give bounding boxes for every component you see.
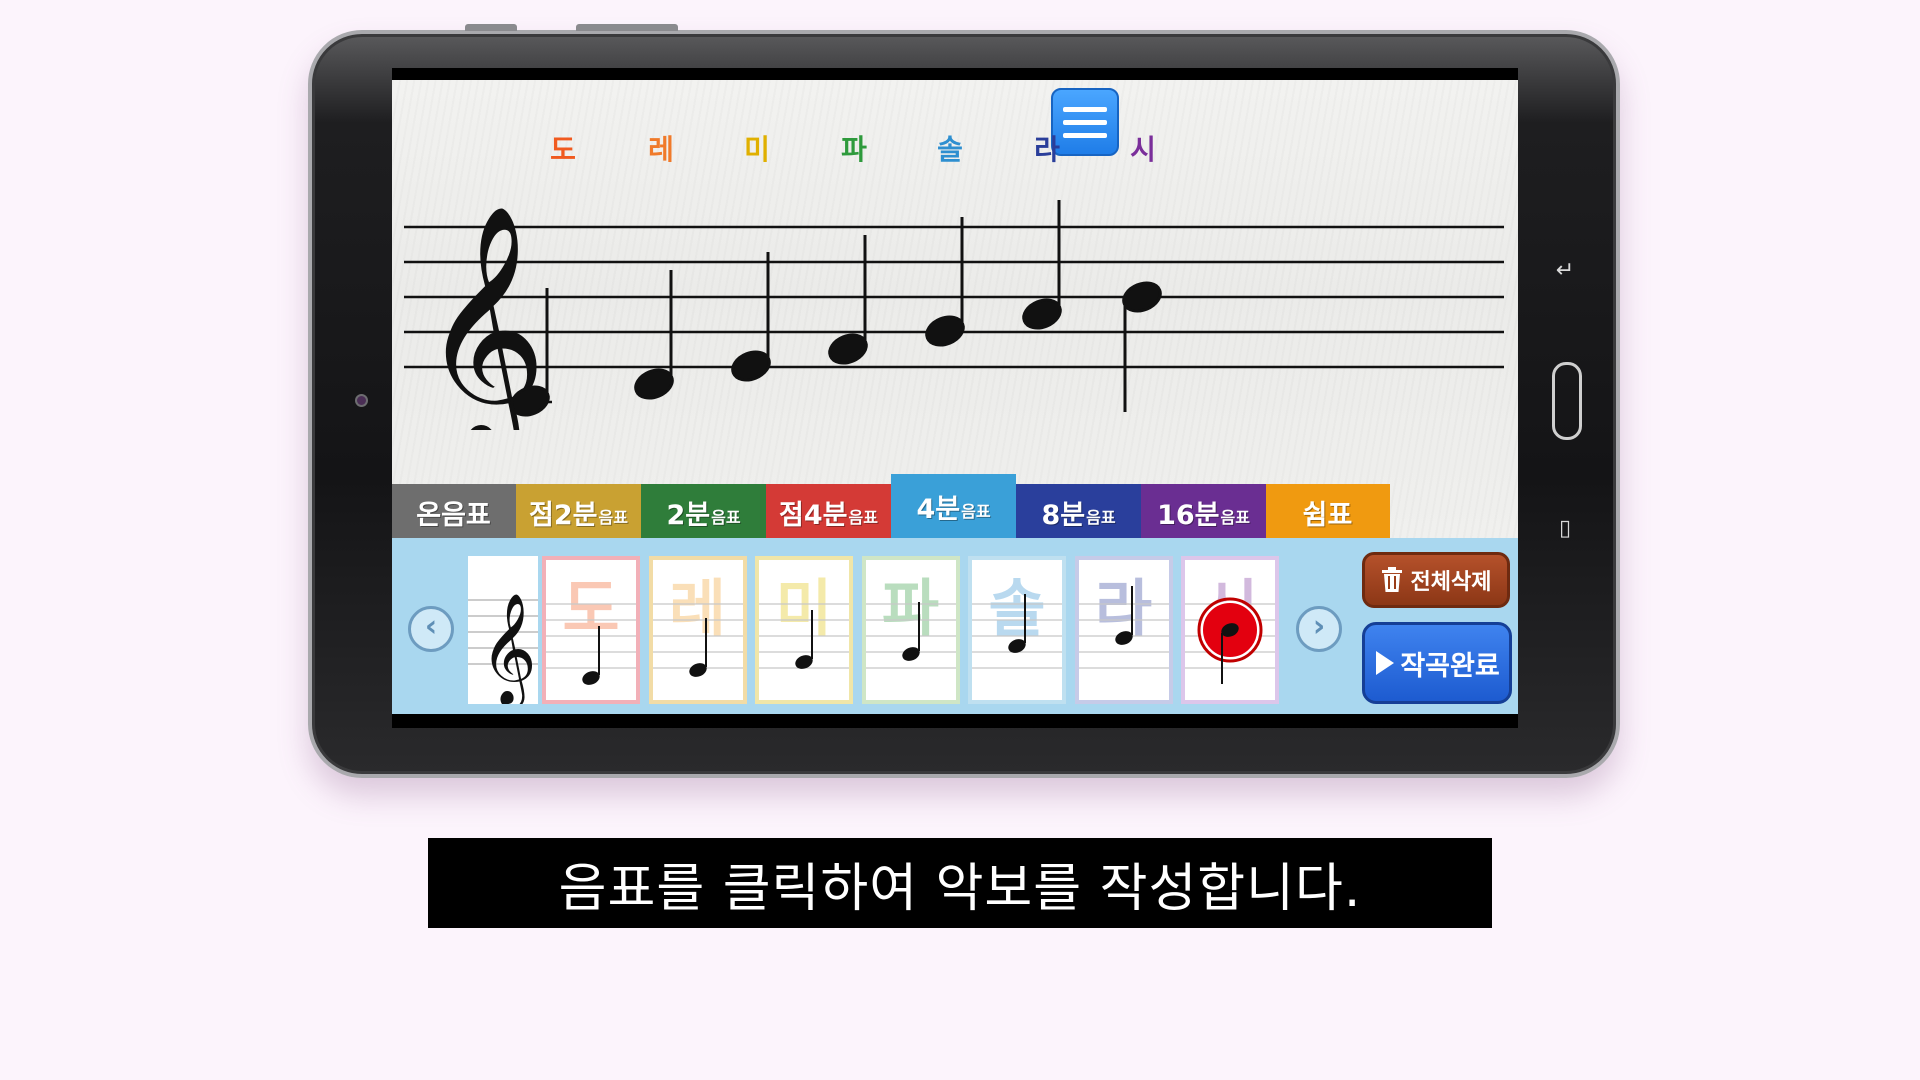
tab-label: 16분 <box>1157 499 1220 531</box>
palette-note-card[interactable]: 라 <box>1074 556 1173 704</box>
tab-label: 점4분 <box>779 499 848 531</box>
tab-dotted-quarter-note[interactable]: 점4분 음표 <box>766 484 891 540</box>
solfege-label: 솔 <box>937 133 963 166</box>
tab-label: 4분 <box>916 493 961 525</box>
palette-note-card[interactable]: 솔 <box>968 556 1066 704</box>
tab-label: 쉼표 <box>1302 499 1353 531</box>
tab-sublabel: 음표 <box>1220 508 1250 527</box>
home-key[interactable] <box>1552 362 1582 440</box>
trash-icon <box>1381 567 1402 592</box>
quarter-note-icon <box>546 603 636 685</box>
volume-button <box>465 24 517 31</box>
quarter-note-icon <box>1185 597 1275 684</box>
tab-half-note[interactable]: 2분 음표 <box>641 484 766 540</box>
menu-icon-bar <box>1063 106 1107 112</box>
tab-sixteenth-note[interactable]: 16분 음표 <box>1141 484 1266 540</box>
tab-rest[interactable]: 쉼표 <box>1266 484 1390 540</box>
tab-sublabel: 음표 <box>961 502 991 521</box>
tab-label: 온음표 <box>416 499 491 531</box>
finish-compose-button[interactable]: 작곡완료 <box>1362 622 1512 704</box>
tab-label: 점2분 <box>529 499 598 531</box>
staff-note-sol[interactable] <box>923 217 968 350</box>
tab-sublabel: 음표 <box>1086 508 1116 527</box>
quarter-note-icon <box>1078 586 1169 669</box>
tab-sublabel: 음표 <box>848 508 878 527</box>
quarter-note-icon <box>759 603 849 669</box>
staff-note-si[interactable] <box>1120 278 1165 412</box>
clear-all-label: 전체삭제 <box>1410 570 1492 595</box>
tab-quarter-note[interactable]: 4분 음표 <box>891 474 1016 538</box>
solfege-label: 라 <box>1034 133 1060 166</box>
power-button <box>576 24 678 31</box>
tab-dotted-half-note[interactable]: 점2분 음표 <box>516 484 641 540</box>
subtitle-caption: 음표를 클릭하여 악보를 작성합니다. <box>428 838 1492 928</box>
menu-icon-bar <box>1063 119 1107 125</box>
quarter-note-icon <box>652 603 743 677</box>
clear-all-button[interactable]: 전체삭제 <box>1362 552 1510 608</box>
solfege-label: 파 <box>841 133 867 166</box>
play-icon <box>1376 651 1395 675</box>
recent-apps-key-icon[interactable]: ▯ <box>1550 518 1580 540</box>
tab-eighth-note[interactable]: 8분 음표 <box>1016 484 1141 540</box>
tab-label: 2분 <box>666 499 711 531</box>
tab-label: 8분 <box>1041 499 1086 531</box>
staff-note-la[interactable] <box>1020 200 1065 333</box>
prev-arrow-button[interactable]: ‹ <box>408 606 454 652</box>
solfege-label: 레 <box>648 133 674 166</box>
solfege-label: 미 <box>744 133 770 166</box>
palette-note-card[interactable]: 도 <box>542 556 640 704</box>
quarter-note-icon <box>972 594 1062 669</box>
next-arrow-button[interactable]: › <box>1296 606 1342 652</box>
back-key-icon[interactable]: ↵ <box>1550 260 1580 282</box>
tab-sublabel: 음표 <box>711 508 741 527</box>
staff-note-mi[interactable] <box>729 252 774 385</box>
music-staff[interactable]: 𝄞 <box>392 180 1518 430</box>
palette-note-card[interactable]: 파 <box>861 556 960 704</box>
palette-note-card[interactable]: 레 <box>648 556 747 704</box>
palette-clef-card: 𝄞 <box>468 556 538 704</box>
finish-compose-label: 작곡완료 <box>1400 650 1500 682</box>
quarter-note-icon <box>865 602 956 669</box>
palette-note-card[interactable]: 시 <box>1181 556 1279 704</box>
staff-note-fa[interactable] <box>826 235 871 368</box>
solfege-label: 시 <box>1130 133 1156 166</box>
treble-clef-icon: 𝄞 <box>480 592 537 704</box>
camera-icon <box>355 394 368 407</box>
palette-note-card[interactable]: 미 <box>755 556 853 704</box>
staff-note-re[interactable] <box>632 270 677 403</box>
tab-sublabel: 음표 <box>598 508 628 527</box>
solfege-label: 도 <box>550 133 576 166</box>
tab-whole-note[interactable]: 온음표 <box>392 484 516 540</box>
